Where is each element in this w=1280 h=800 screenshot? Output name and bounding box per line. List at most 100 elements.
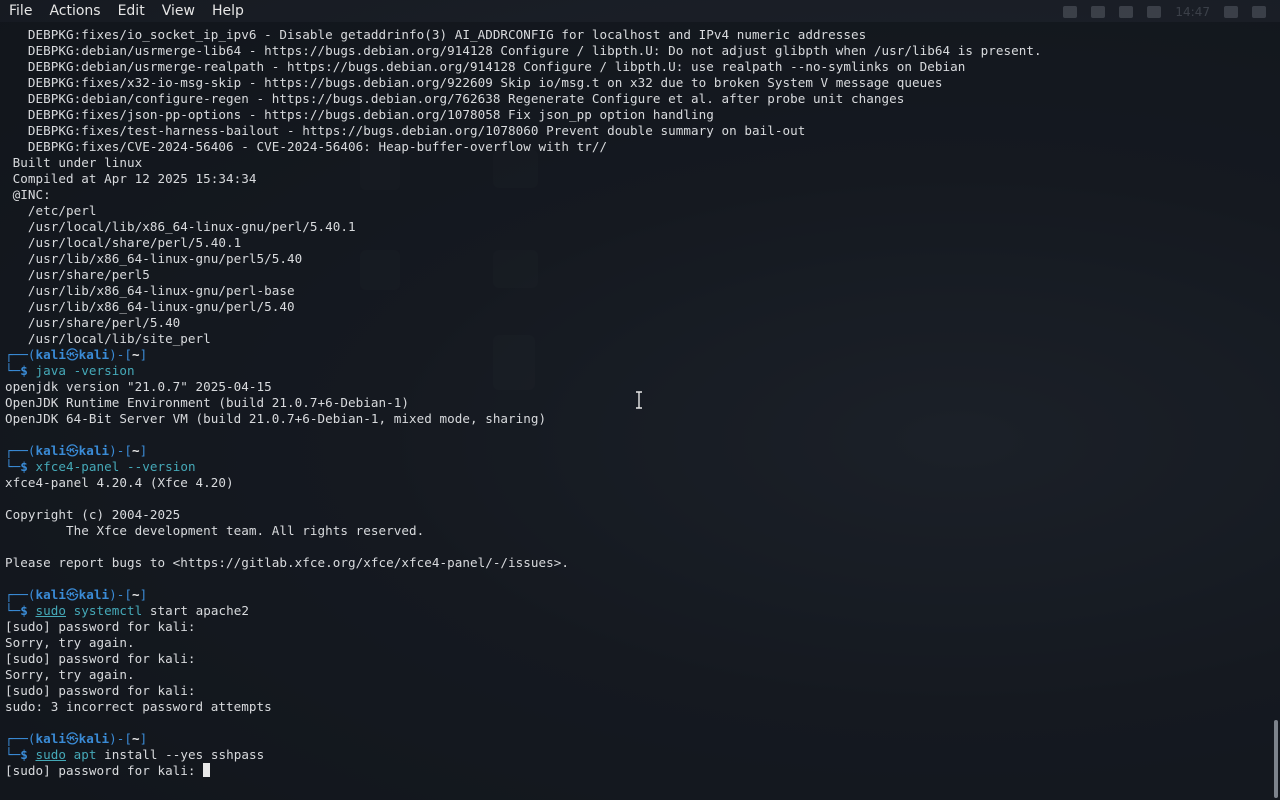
prompt-bracket: )-[ bbox=[109, 587, 133, 602]
prompt-path: ~ bbox=[132, 443, 140, 458]
command-line: └─$ sudo systemctl start apache2 bbox=[5, 603, 1267, 619]
output-line: DEBPKG:debian/configure-regen - https://… bbox=[5, 91, 905, 106]
prompt-dollar: $ bbox=[20, 747, 36, 762]
output-line: DEBPKG:debian/usrmerge-realpath - https:… bbox=[5, 59, 966, 74]
menu-view[interactable]: View bbox=[153, 0, 203, 22]
command-name: sudo bbox=[35, 603, 66, 618]
output-line: OpenJDK 64-Bit Server VM (build 21.0.7+6… bbox=[5, 411, 547, 426]
prompt-line: ┌──(kali㉿kali)-[~] bbox=[5, 347, 1267, 363]
output-line: [sudo] password for kali: bbox=[5, 619, 196, 634]
terminal-scrollbar[interactable] bbox=[1272, 22, 1280, 800]
menu-edit[interactable]: Edit bbox=[109, 0, 153, 22]
password-prompt: [sudo] password for kali: bbox=[5, 763, 204, 778]
command-space bbox=[66, 603, 74, 618]
prompt-dollar: $ bbox=[20, 603, 36, 618]
prompt-user: kali bbox=[35, 587, 66, 602]
prompt-path: ~ bbox=[132, 347, 140, 362]
output-line: xfce4-panel 4.20.4 (Xfce 4.20) bbox=[5, 475, 234, 490]
output-line: Compiled at Apr 12 2025 15:34:34 bbox=[5, 171, 257, 186]
prompt-line: ┌──(kali㉿kali)-[~] bbox=[5, 443, 1267, 459]
prompt-user: kali bbox=[35, 443, 66, 458]
prompt-bracket: ] bbox=[139, 587, 148, 602]
prompt-corner: └─ bbox=[5, 747, 21, 762]
scrollbar-thumb[interactable] bbox=[1274, 720, 1278, 798]
prompt-host: kali bbox=[78, 731, 110, 746]
prompt-line: ┌──(kali㉿kali)-[~] bbox=[5, 731, 1267, 747]
prompt-bracket: ┌──( bbox=[5, 347, 36, 362]
prompt-skull-icon: ㉿ bbox=[66, 347, 79, 362]
output-line: Built under linux bbox=[5, 155, 143, 170]
prompt-path: ~ bbox=[132, 587, 140, 602]
command-name: java bbox=[35, 363, 66, 378]
menu-actions[interactable]: Actions bbox=[40, 0, 108, 22]
text-cursor-icon bbox=[636, 391, 642, 409]
output-line: /usr/share/perl5 bbox=[5, 267, 150, 282]
output-line: Copyright (c) 2004-2025 bbox=[5, 507, 181, 522]
command-args: install --yes sshpass bbox=[96, 747, 265, 762]
prompt-corner: └─ bbox=[5, 363, 21, 378]
output-line: DEBPKG:debian/usrmerge-lib64 - https://b… bbox=[5, 43, 1042, 58]
prompt-bracket: )-[ bbox=[109, 731, 133, 746]
prompt-user: kali bbox=[35, 731, 66, 746]
command-subcommand: apt bbox=[73, 747, 97, 762]
output-line: DEBPKG:fixes/x32-io-msg-skip - https://b… bbox=[5, 75, 943, 90]
output-line: [sudo] password for kali: bbox=[5, 651, 196, 666]
command-args: --version bbox=[119, 459, 196, 474]
menu-help[interactable]: Help bbox=[203, 0, 252, 22]
password-prompt-line[interactable]: [sudo] password for kali: bbox=[5, 763, 1267, 779]
terminal-menubar: File Actions Edit View Help bbox=[0, 0, 1280, 22]
command-subcommand: systemctl bbox=[73, 603, 143, 618]
command-line: └─$ xfce4-panel --version bbox=[5, 459, 1267, 475]
prompt-bracket: ] bbox=[139, 443, 148, 458]
block-cursor bbox=[203, 763, 211, 777]
prompt-bracket: )-[ bbox=[109, 443, 133, 458]
output-line: Please report bugs to <https://gitlab.xf… bbox=[5, 555, 570, 570]
output-line: sudo: 3 incorrect password attempts bbox=[5, 699, 272, 714]
output-line: /usr/local/lib/x86_64-linux-gnu/perl/5.4… bbox=[5, 219, 356, 234]
terminal-window[interactable]: DEBPKG:fixes/io_socket_ip_ipv6 - Disable… bbox=[0, 22, 1280, 800]
prompt-bracket: ┌──( bbox=[5, 731, 36, 746]
prompt-dollar: $ bbox=[20, 459, 36, 474]
prompt-bracket: ┌──( bbox=[5, 587, 36, 602]
prompt-bracket: ] bbox=[139, 347, 148, 362]
prompt-user: kali bbox=[35, 347, 66, 362]
output-line: /usr/lib/x86_64-linux-gnu/perl5/5.40 bbox=[5, 251, 303, 266]
prompt-host: kali bbox=[78, 347, 110, 362]
output-line: DEBPKG:fixes/CVE-2024-56406 - CVE-2024-5… bbox=[5, 139, 608, 154]
prompt-skull-icon: ㉿ bbox=[66, 731, 79, 746]
command-name: sudo bbox=[35, 747, 66, 762]
prompt-host: kali bbox=[78, 443, 110, 458]
output-line: /etc/perl bbox=[5, 203, 97, 218]
prompt-corner: └─ bbox=[5, 603, 21, 618]
command-args: -version bbox=[66, 363, 135, 378]
output-line: /usr/local/share/perl/5.40.1 bbox=[5, 235, 242, 250]
output-line: [sudo] password for kali: bbox=[5, 683, 196, 698]
prompt-skull-icon: ㉿ bbox=[66, 443, 79, 458]
prompt-bracket: )-[ bbox=[109, 347, 133, 362]
command-args: start apache2 bbox=[142, 603, 249, 618]
command-line: └─$ sudo apt install --yes sshpass bbox=[5, 747, 1267, 763]
output-line: DEBPKG:fixes/json-pp-options - https://b… bbox=[5, 107, 714, 122]
prompt-line: ┌──(kali㉿kali)-[~] bbox=[5, 587, 1267, 603]
command-space bbox=[66, 747, 74, 762]
prompt-skull-icon: ㉿ bbox=[66, 587, 79, 602]
menu-file[interactable]: File bbox=[0, 0, 40, 22]
output-line: The Xfce development team. All rights re… bbox=[5, 523, 425, 538]
prompt-bracket: ] bbox=[139, 731, 148, 746]
output-line: Sorry, try again. bbox=[5, 667, 135, 682]
output-line: @INC: bbox=[5, 187, 51, 202]
output-line: Sorry, try again. bbox=[5, 635, 135, 650]
prompt-host: kali bbox=[78, 587, 110, 602]
prompt-dollar: $ bbox=[20, 363, 36, 378]
command-line: └─$ java -version bbox=[5, 363, 1267, 379]
output-line: /usr/share/perl/5.40 bbox=[5, 315, 181, 330]
output-line: DEBPKG:fixes/test-harness-bailout - http… bbox=[5, 123, 806, 138]
prompt-corner: └─ bbox=[5, 459, 21, 474]
output-line: DEBPKG:fixes/io_socket_ip_ipv6 - Disable… bbox=[5, 27, 867, 42]
output-line: /usr/lib/x86_64-linux-gnu/perl-base bbox=[5, 283, 295, 298]
